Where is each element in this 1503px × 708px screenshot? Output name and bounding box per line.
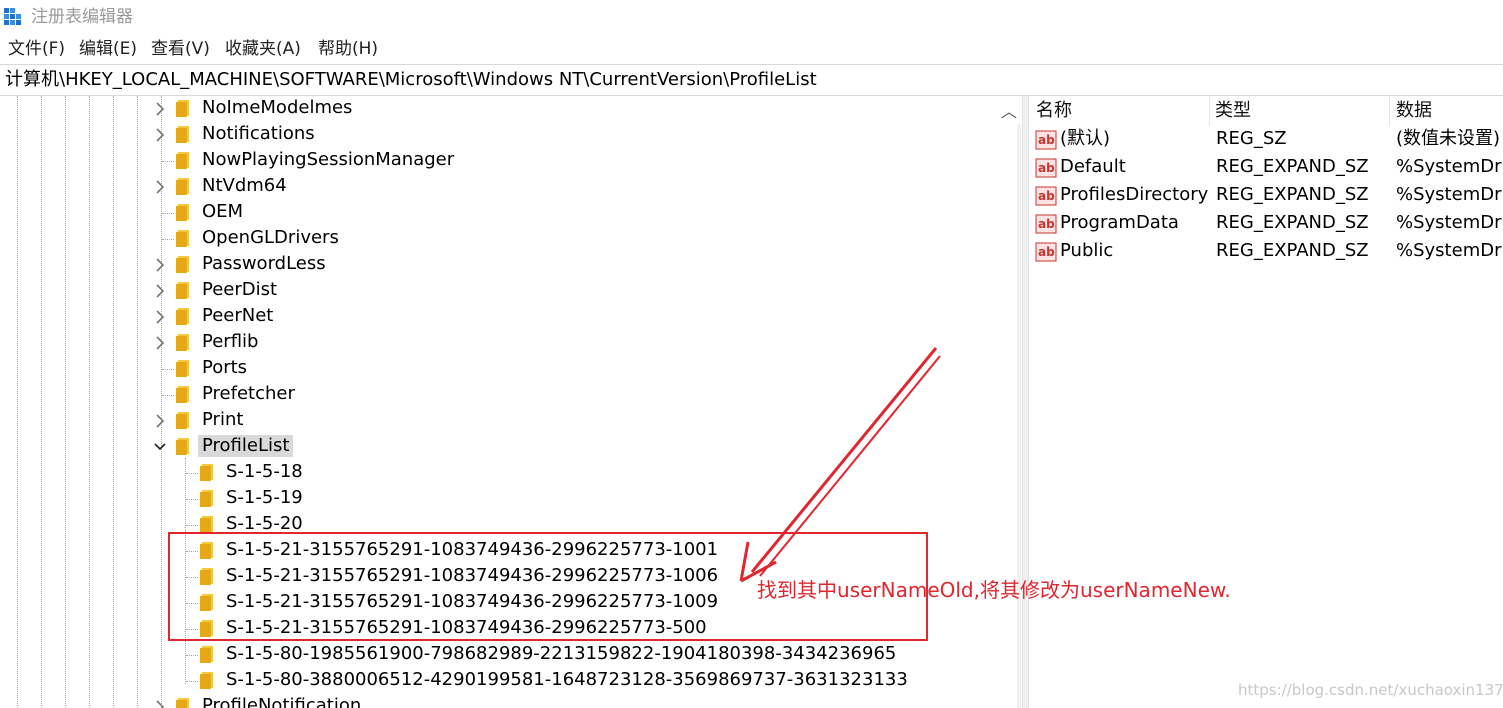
- annotation-arrow-icon: [739, 347, 941, 583]
- annotation-note: 找到其中userNameOld,将其修改为userNameNew.: [757, 578, 1231, 602]
- watermark-text: https://blog.csdn.net/xuchaoxin1375: [1238, 681, 1503, 699]
